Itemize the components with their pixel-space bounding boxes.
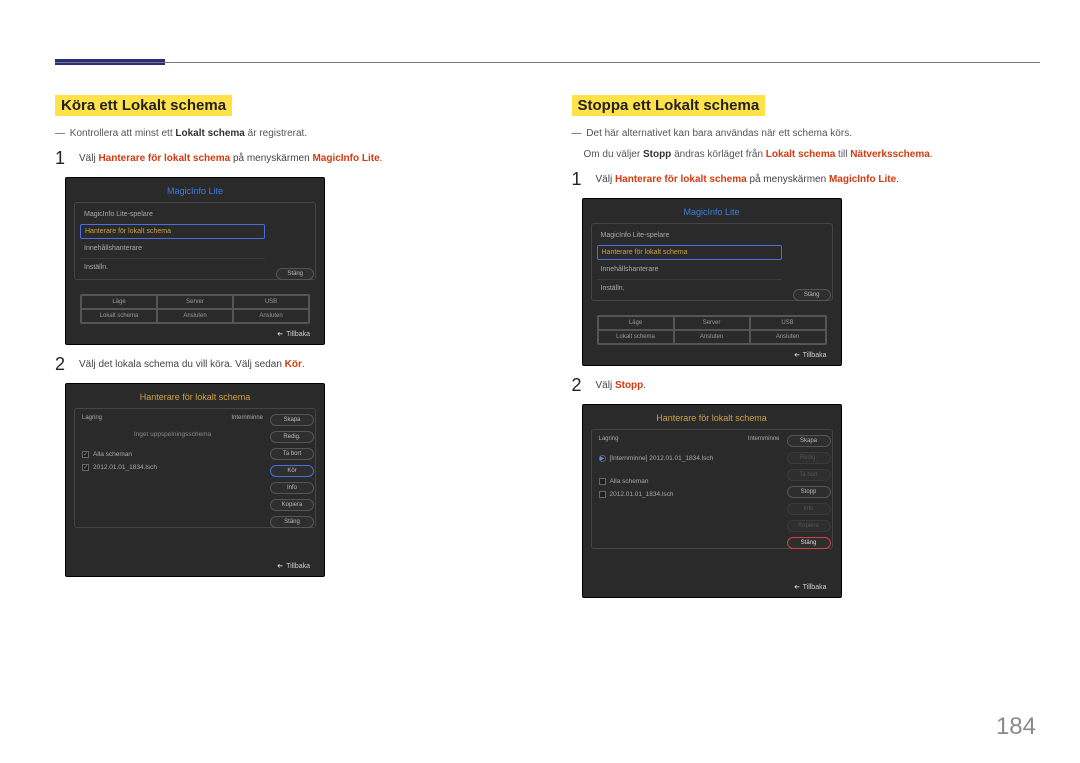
left-step-1: 1 Välj Hanterare för lokalt schema på me…: [55, 149, 524, 167]
side-buttons: Skapa Redig. Ta bort Stopp Info Kopiera …: [787, 435, 831, 549]
screen-title: MagicInfo Lite: [591, 207, 833, 217]
menu-item-content[interactable]: Innehållshanterare: [80, 241, 265, 256]
screen-title: Hanterare för lokalt schema: [591, 413, 833, 423]
checkbox-checked-icon[interactable]: ✓: [82, 464, 89, 471]
footer-back[interactable]: ➔Tillbaka: [74, 330, 316, 338]
all-schemes-row[interactable]: Alla scheman: [597, 475, 782, 488]
footer-back[interactable]: ➔Tillbaka: [74, 562, 316, 570]
menu-item-player[interactable]: MagicInfo Lite-spelare: [80, 207, 265, 222]
all-schemes-row[interactable]: ✓ Alla scheman: [80, 448, 265, 461]
schedule-item[interactable]: ✓ 2012.01.01_1834.lsch: [80, 461, 265, 474]
stop-button[interactable]: Stopp: [787, 486, 831, 498]
screen-title: MagicInfo Lite: [74, 186, 316, 196]
right-screen-magicinfo: MagicInfo Lite MagicInfo Lite-spelare Ha…: [582, 198, 842, 366]
status-grid: Läge Server USB Lokalt schema Ansluten A…: [80, 294, 310, 324]
close-button[interactable]: Stäng: [270, 516, 314, 528]
checkbox-icon[interactable]: [599, 491, 606, 498]
schedule-item[interactable]: 2012.01.01_1834.lsch: [597, 488, 782, 501]
copy-button[interactable]: Kopiera: [270, 499, 314, 511]
return-icon: ➔: [794, 583, 800, 591]
checkbox-icon[interactable]: [599, 478, 606, 485]
right-column: Stoppa ett Lokalt schema ― Det här alter…: [572, 95, 1041, 598]
right-note-2: Om du väljer Stopp ändras körläget från …: [572, 147, 1041, 162]
left-column: Köra ett Lokalt schema ― Kontrollera att…: [55, 95, 524, 598]
menu-item-local-schedule[interactable]: Hanterare för lokalt schema: [80, 224, 265, 239]
side-buttons: Skapa Redig. Ta bort Kör Info Kopiera St…: [270, 414, 314, 528]
menu-item-local-schedule[interactable]: Hanterare för lokalt schema: [597, 245, 782, 260]
delete-button: Ta bort: [787, 469, 831, 481]
left-heading: Köra ett Lokalt schema: [55, 95, 232, 116]
play-indicator-icon: ▶: [599, 455, 606, 462]
left-screen-magicinfo: MagicInfo Lite MagicInfo Lite-spelare Ha…: [65, 177, 325, 345]
menu-item-content[interactable]: Innehållshanterare: [597, 262, 782, 277]
create-button[interactable]: Skapa: [270, 414, 314, 426]
right-note-1: ― Det här alternativet kan bara användas…: [572, 126, 1041, 141]
delete-button[interactable]: Ta bort: [270, 448, 314, 460]
close-button[interactable]: Stäng: [793, 289, 831, 301]
create-button[interactable]: Skapa: [787, 435, 831, 447]
left-step-2: 2 Välj det lokala schema du vill köra. V…: [55, 355, 524, 373]
right-screen-scheduler: Hanterare för lokalt schema Lagring Inte…: [582, 404, 842, 598]
copy-button: Kopiera: [787, 520, 831, 532]
close-button[interactable]: Stäng: [276, 268, 314, 280]
footer-back[interactable]: ➔Tillbaka: [591, 583, 833, 591]
run-button[interactable]: Kör: [270, 465, 314, 477]
return-icon: ➔: [794, 351, 800, 359]
menu-item-settings[interactable]: Inställn.: [597, 279, 782, 296]
checkbox-checked-icon[interactable]: ✓: [82, 451, 89, 458]
status-grid: Läge Server USB Lokalt schema Ansluten A…: [597, 315, 827, 345]
info-button: Info: [787, 503, 831, 515]
right-heading: Stoppa ett Lokalt schema: [572, 95, 766, 116]
screen-title: Hanterare för lokalt schema: [74, 392, 316, 402]
header-rule: [55, 62, 1040, 63]
info-button[interactable]: Info: [270, 482, 314, 494]
return-icon: ➔: [277, 330, 283, 338]
menu-item-settings[interactable]: Inställn.: [80, 258, 265, 275]
right-step-2: 2 Välj Stopp.: [572, 376, 1041, 394]
left-note: ― Kontrollera att minst ett Lokalt schem…: [55, 126, 524, 141]
page-number: 184: [996, 713, 1036, 741]
right-step-1: 1 Välj Hanterare för lokalt schema på me…: [572, 170, 1041, 188]
edit-button[interactable]: Redig.: [270, 431, 314, 443]
menu-item-player[interactable]: MagicInfo Lite-spelare: [597, 228, 782, 243]
close-button[interactable]: Stäng: [787, 537, 831, 549]
footer-back[interactable]: ➔Tillbaka: [591, 351, 833, 359]
left-screen-scheduler: Hanterare för lokalt schema Lagring Inte…: [65, 383, 325, 577]
now-playing-row[interactable]: ▶ [Internminne] 2012.01.01_1834.lsch: [597, 452, 782, 465]
edit-button: Redig.: [787, 452, 831, 464]
return-icon: ➔: [277, 562, 283, 570]
